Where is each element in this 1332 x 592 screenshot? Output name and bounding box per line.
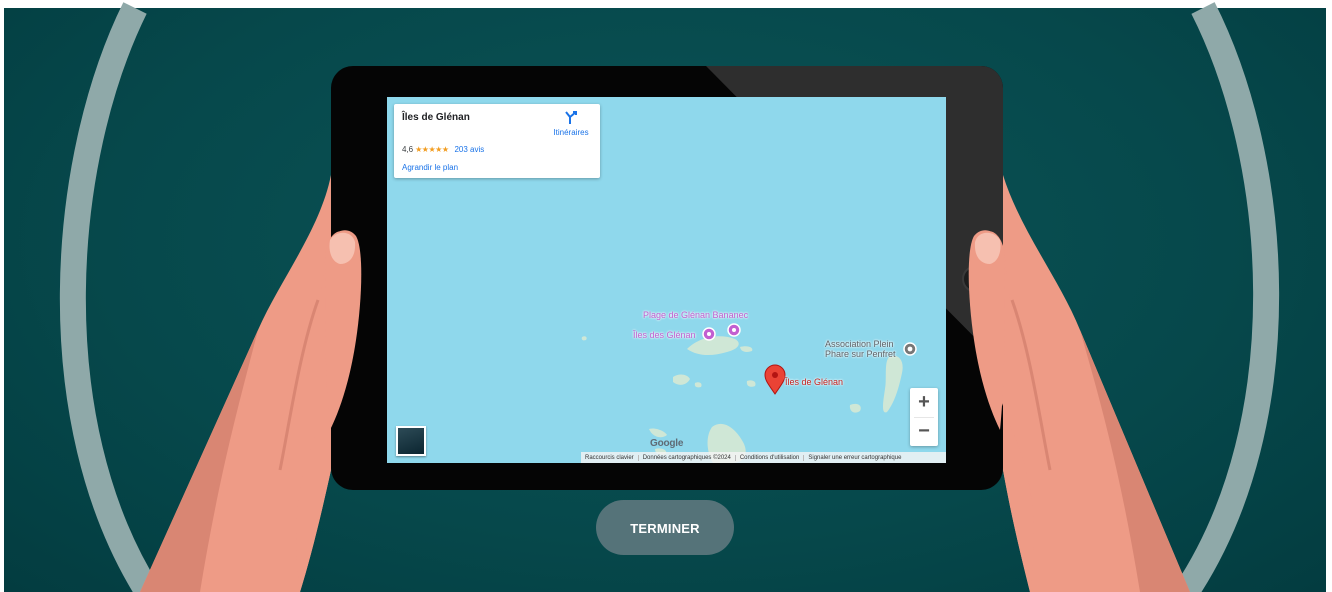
place-card: Îles de Glénan Itinéraires 4,6 ★★★★★ 203 a… [394,104,600,178]
island-penfret [883,355,903,413]
island-bottom-left [649,428,667,438]
page: Plage de Glénan Bananec Îles des Glénan … [0,0,1332,592]
beach-label[interactable]: Plage de Glénan Bananec [643,310,748,320]
marker-label[interactable]: Îles de Glénan [785,377,843,387]
island-small-2 [746,380,756,387]
keyboard-shortcuts-link[interactable]: Raccourcis clavier [581,454,639,461]
map-view[interactable]: Plage de Glénan Bananec Îles des Glénan … [387,97,946,463]
directions-button[interactable]: Itinéraires [546,111,596,137]
island-small-5 [581,336,587,341]
ring-right-arc [1175,2,1280,592]
island-small-4 [740,346,753,352]
zoom-controls: + − [910,388,938,446]
island-small-6 [849,403,861,413]
zoom-out-button[interactable]: − [910,417,938,445]
rating-value: 4,6 [402,145,414,154]
place-title: Îles de Glénan [402,112,470,123]
terms-link[interactable]: Conditions d'utilisation [736,454,805,461]
location-marker-icon [764,364,786,395]
google-logo: Google [650,438,684,449]
zoom-in-button[interactable]: + [910,388,938,416]
association-label-line1: Association Plein [825,339,894,349]
island-small-3 [694,382,702,388]
map-data-text: Données cartographiques ©2024 [639,454,736,461]
report-error-link[interactable]: Signaler une erreur cartographique [804,455,905,461]
map-footer: Raccourcis clavier Données cartographiqu… [581,452,946,463]
rating-stars-icon: ★★★★★ [415,145,449,154]
reviews-link[interactable]: 203 avis [454,145,484,154]
rating-row: 4,6 ★★★★★ 203 avis [402,145,484,154]
finish-button[interactable]: TERMINER [596,500,734,555]
ring-left-arc [59,2,160,592]
island-small-1 [673,374,690,385]
tablet-camera [962,266,986,292]
association-label-line2: Phare sur Penfret [825,349,896,359]
islands-poi-label[interactable]: Îles des Glénan [633,330,696,340]
association-label[interactable]: Association Plein Phare sur Penfret [825,339,896,359]
satellite-toggle-button[interactable] [396,426,426,456]
directions-icon [565,111,577,124]
directions-label: Itinéraires [553,128,589,137]
enlarge-map-link[interactable]: Agrandir le plan [402,163,458,172]
